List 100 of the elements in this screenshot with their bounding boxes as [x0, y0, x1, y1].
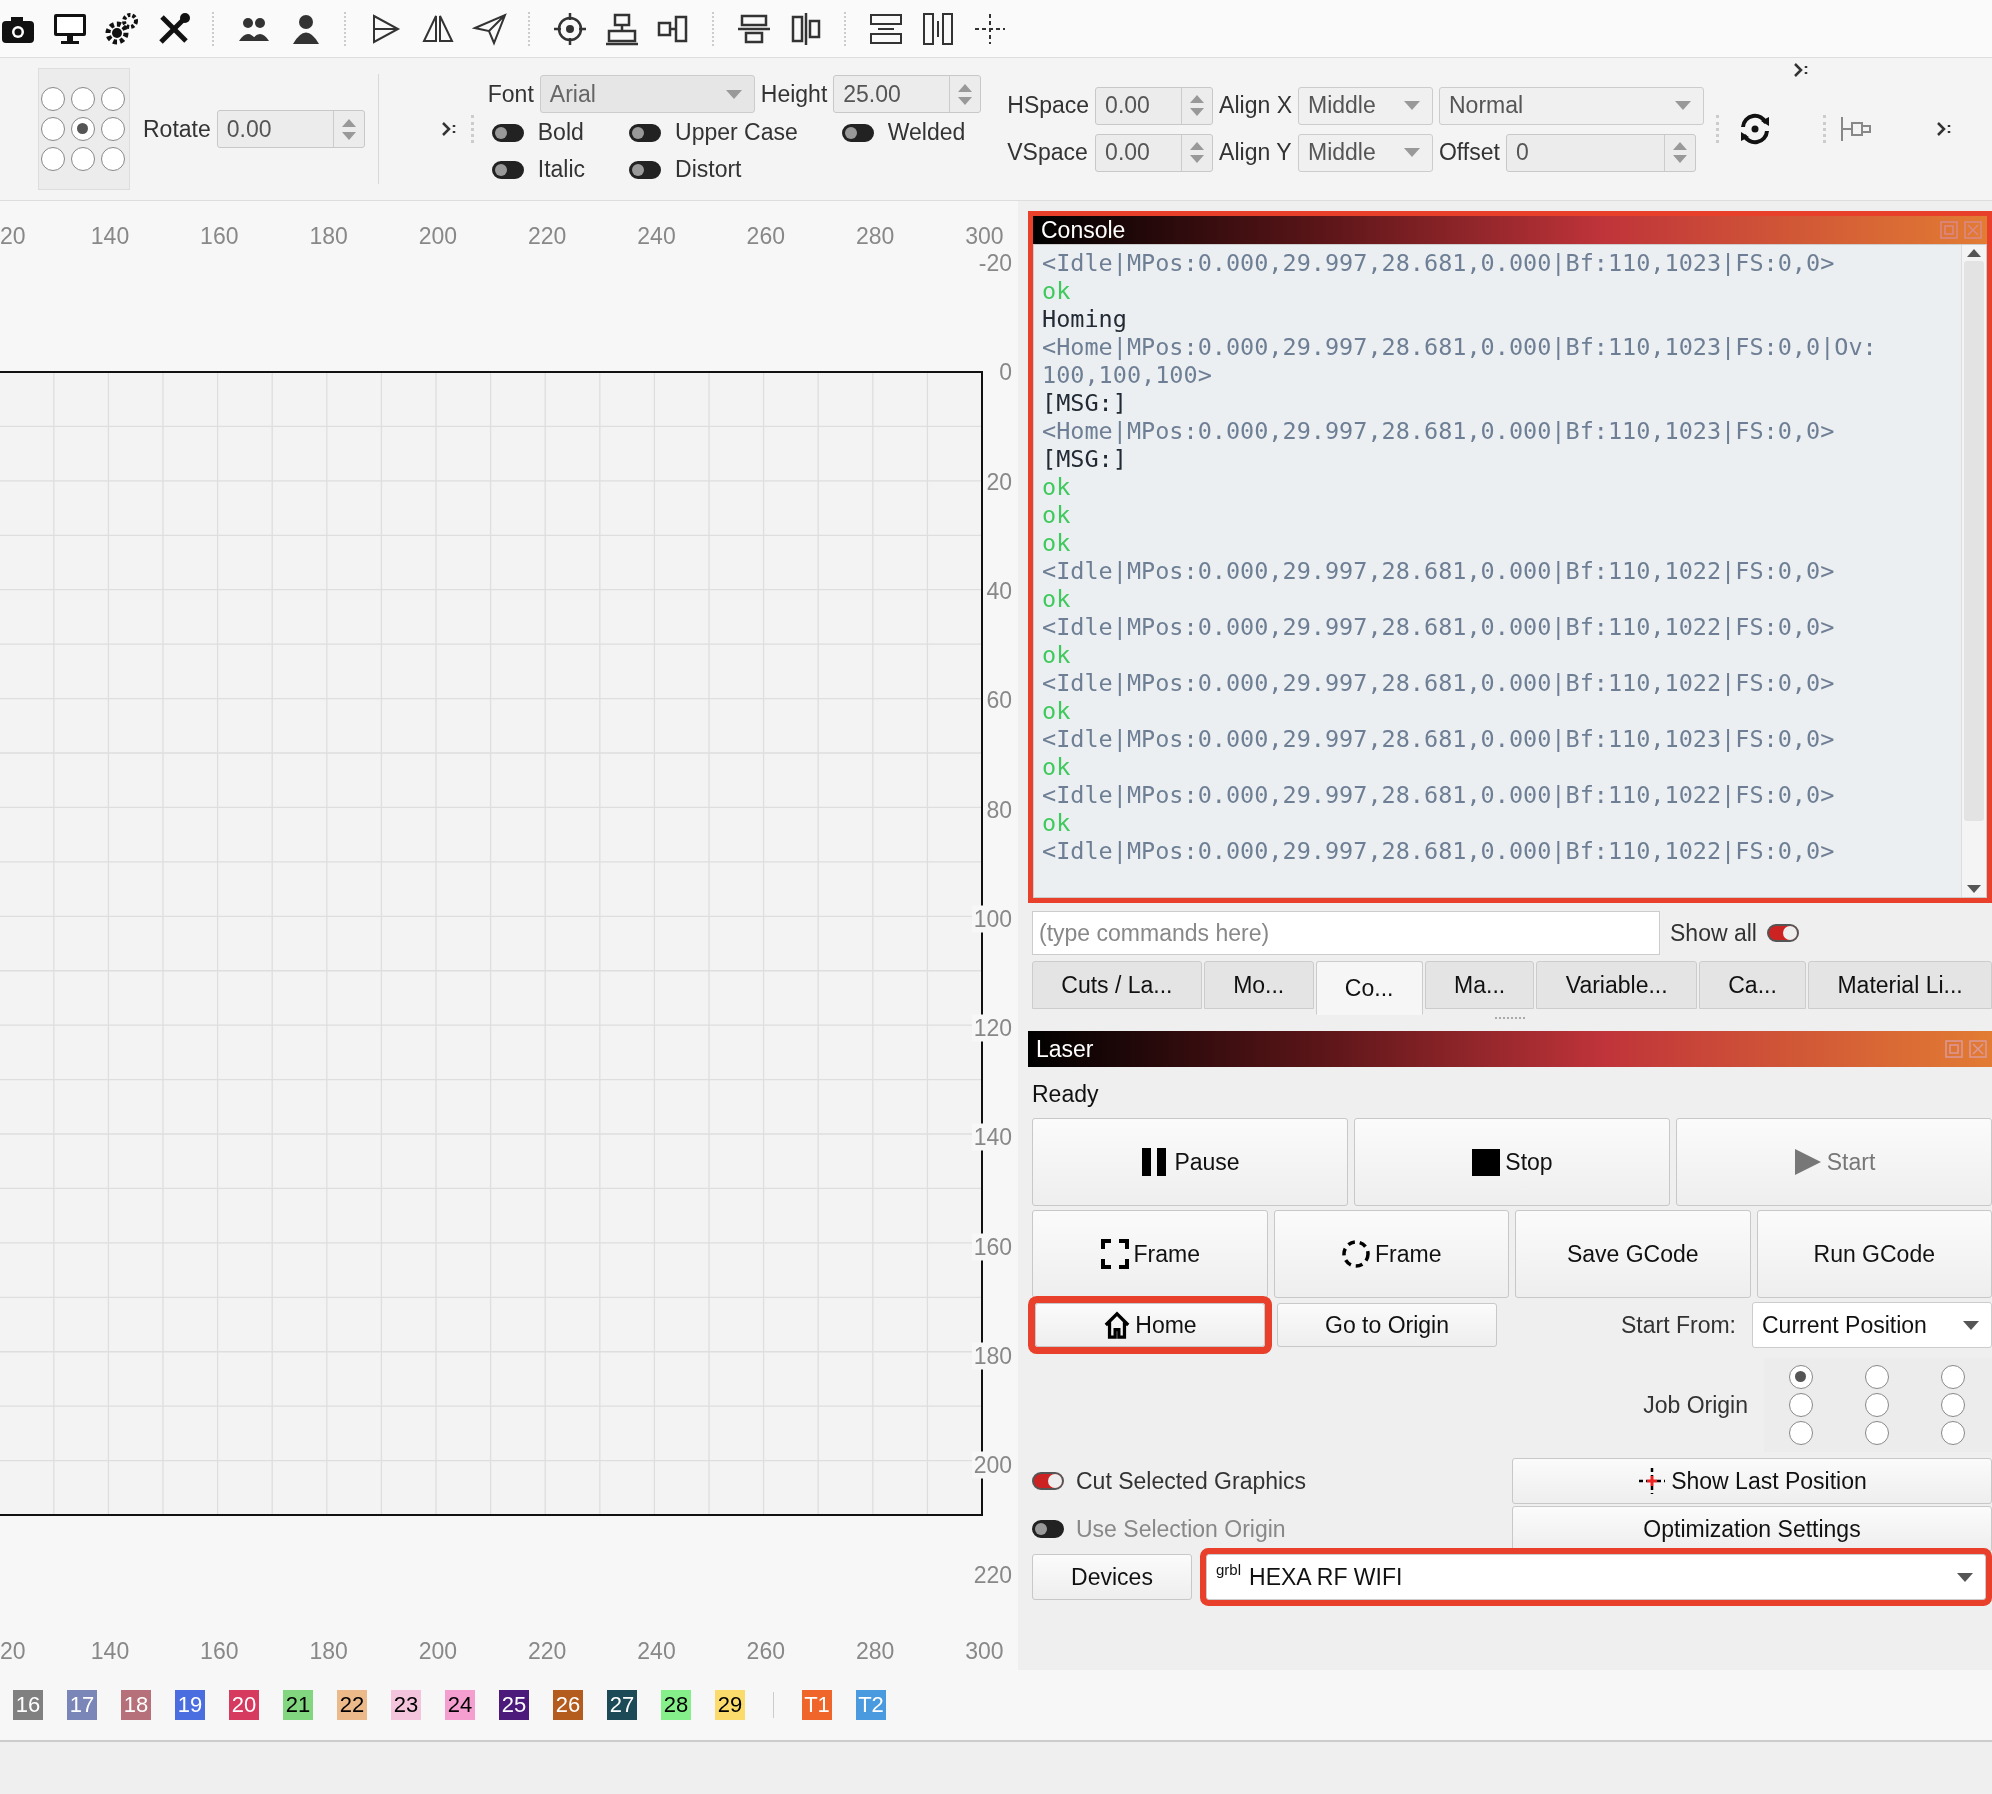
console-line: <Idle|MPos:0.000,29.997,28.681,0.000|Bf:110,1022|FS:0,0> [1042, 613, 1836, 641]
toggle-switch[interactable] [629, 123, 662, 142]
job-origin-radio[interactable] [1865, 1365, 1889, 1389]
panel-tab[interactable]: Co... [1315, 961, 1423, 1015]
font-dropdown[interactable]: Arial [539, 75, 755, 113]
toggle-label: Bold [537, 119, 584, 146]
origin-radio[interactable] [71, 147, 95, 171]
height-field[interactable]: 25.00 [833, 75, 982, 113]
layer-swatch[interactable]: 23 [391, 1690, 421, 1720]
panel-title: Console [1041, 216, 1127, 244]
layer-swatch[interactable]: 24 [445, 1690, 475, 1720]
stop-button[interactable]: Stop [1354, 1118, 1670, 1206]
job-origin-radio[interactable] [1941, 1365, 1965, 1389]
toggle-switch[interactable] [491, 123, 524, 142]
show-last-position-button[interactable]: Show Last Position [1512, 1458, 1992, 1504]
origin-radio[interactable] [101, 87, 125, 111]
start-from-dropdown[interactable]: Current Position [1752, 1302, 1992, 1348]
job-origin-radio[interactable] [1865, 1393, 1889, 1417]
layer-swatch[interactable]: 21 [283, 1690, 313, 1720]
panel-title: Laser [1036, 1035, 1095, 1063]
layer-swatch[interactable]: 27 [607, 1690, 637, 1720]
origin-radio[interactable] [41, 87, 65, 111]
ruler-label: 200 [418, 222, 458, 250]
layer-swatch[interactable]: 17 [67, 1690, 97, 1720]
layer-swatch[interactable]: 18 [121, 1690, 151, 1720]
ruler-label: 160 [971, 1233, 1014, 1261]
ruler-label: 20 [0, 222, 26, 250]
panel-tab[interactable]: Material Li... [1808, 961, 1992, 1009]
frame-button[interactable]: Frame [1273, 1210, 1509, 1298]
show-all-label: Show all [1670, 919, 1757, 947]
toggle-switch[interactable] [629, 160, 662, 179]
run-gcode-button[interactable]: Run GCode [1756, 1210, 1992, 1298]
layer-swatch[interactable]: 25 [499, 1690, 529, 1720]
ruler-label: 200 [418, 1637, 458, 1665]
toggle-label: Welded [887, 119, 966, 146]
job-origin-radio[interactable] [1789, 1421, 1813, 1445]
job-origin-radio[interactable] [1941, 1393, 1965, 1417]
devices-button[interactable]: Devices [1032, 1554, 1192, 1600]
ruler-label: 240 [637, 1637, 676, 1665]
layer-swatch[interactable]: 16 [13, 1690, 43, 1720]
panel-tab[interactable]: Ma... [1424, 961, 1535, 1009]
scrollbar[interactable] [1961, 245, 1986, 897]
toggle-label: Distort [675, 156, 742, 183]
console-line: ok [1042, 585, 1072, 613]
distribute-icon[interactable] [920, 10, 956, 47]
ruler-label: 140 [90, 222, 130, 250]
ruler-label: 240 [637, 222, 676, 250]
save-gcode-button[interactable]: Save GCode [1515, 1210, 1751, 1298]
ruler-label: 180 [309, 222, 348, 250]
job-origin-radio[interactable] [1789, 1365, 1813, 1389]
vspace-field[interactable]: 0.00 [1095, 133, 1214, 172]
dashed-circle-icon [1341, 1238, 1371, 1270]
job-origin-radio[interactable] [1789, 1393, 1813, 1417]
origin-radio[interactable] [71, 117, 95, 141]
layer-swatch[interactable]: 28 [661, 1690, 691, 1720]
origin-radio[interactable] [41, 147, 65, 171]
align-x-dropdown[interactable]: Middle [1298, 86, 1433, 125]
mode-dropdown[interactable]: Normal [1439, 86, 1704, 125]
origin-radio[interactable] [71, 87, 95, 111]
crosshair-icon[interactable] [552, 10, 588, 47]
console-line: <Home|MPos:0.000,29.997,28.681,0.000|Bf:110,1023|FS:0,0> [1042, 417, 1836, 445]
align-y-label: Align Y [1219, 139, 1292, 166]
panel-tab[interactable]: Cuts / La... [1032, 961, 1202, 1009]
hspace-field[interactable]: 0.00 [1095, 86, 1214, 125]
toggle-switch[interactable] [1766, 924, 1799, 942]
ruler-label: 120 [971, 1014, 1014, 1042]
panel-tab[interactable]: Ca... [1698, 961, 1807, 1009]
pause-button[interactable]: Pause [1032, 1118, 1348, 1206]
panel-tab[interactable]: Mo... [1203, 961, 1314, 1009]
frame-button[interactable]: Frame [1032, 1210, 1268, 1298]
layer-swatch[interactable]: 26 [553, 1690, 583, 1720]
rotate-field[interactable]: 0.00 [216, 110, 365, 148]
layer-swatch[interactable]: 20 [229, 1690, 259, 1720]
ruler-label: 140 [971, 1123, 1014, 1151]
panel-tab[interactable]: Variable... [1536, 961, 1697, 1009]
paper-plane-icon[interactable] [472, 10, 508, 47]
font-label: Font [487, 80, 534, 108]
layer-swatch[interactable]: 29 [715, 1690, 745, 1720]
align-x-label: Align X [1219, 92, 1292, 119]
command-field[interactable]: (type commands here) [1032, 911, 1660, 955]
toggle-switch[interactable] [1032, 1472, 1064, 1490]
offset-field[interactable]: 0 [1505, 133, 1696, 172]
layer-swatch[interactable]: 19 [175, 1690, 205, 1720]
origin-radio[interactable] [101, 147, 125, 171]
ruler-label: 220 [528, 222, 567, 250]
optimization-settings-button[interactable]: Optimization Settings [1512, 1506, 1992, 1552]
gears-icon[interactable] [104, 10, 140, 47]
origin-radio[interactable] [101, 117, 125, 141]
job-origin-radio[interactable] [1865, 1421, 1889, 1445]
origin-radio[interactable] [41, 117, 65, 141]
toggle-switch[interactable] [491, 160, 524, 179]
align-y-dropdown[interactable]: Middle [1298, 133, 1433, 172]
rotate-label: Rotate [143, 115, 211, 143]
layer-swatch[interactable]: 22 [337, 1690, 367, 1720]
job-origin-radio[interactable] [1941, 1421, 1965, 1445]
go-to-origin-button[interactable]: Go to Origin [1277, 1303, 1497, 1347]
ruler-label: 160 [200, 1637, 239, 1665]
toggle-switch[interactable] [841, 123, 874, 142]
console-line: <Idle|MPos:0.000,29.997,28.681,0.000|Bf:110,1023|FS:0,0> [1042, 249, 1836, 277]
hspace-label: HSpace [1007, 92, 1090, 119]
